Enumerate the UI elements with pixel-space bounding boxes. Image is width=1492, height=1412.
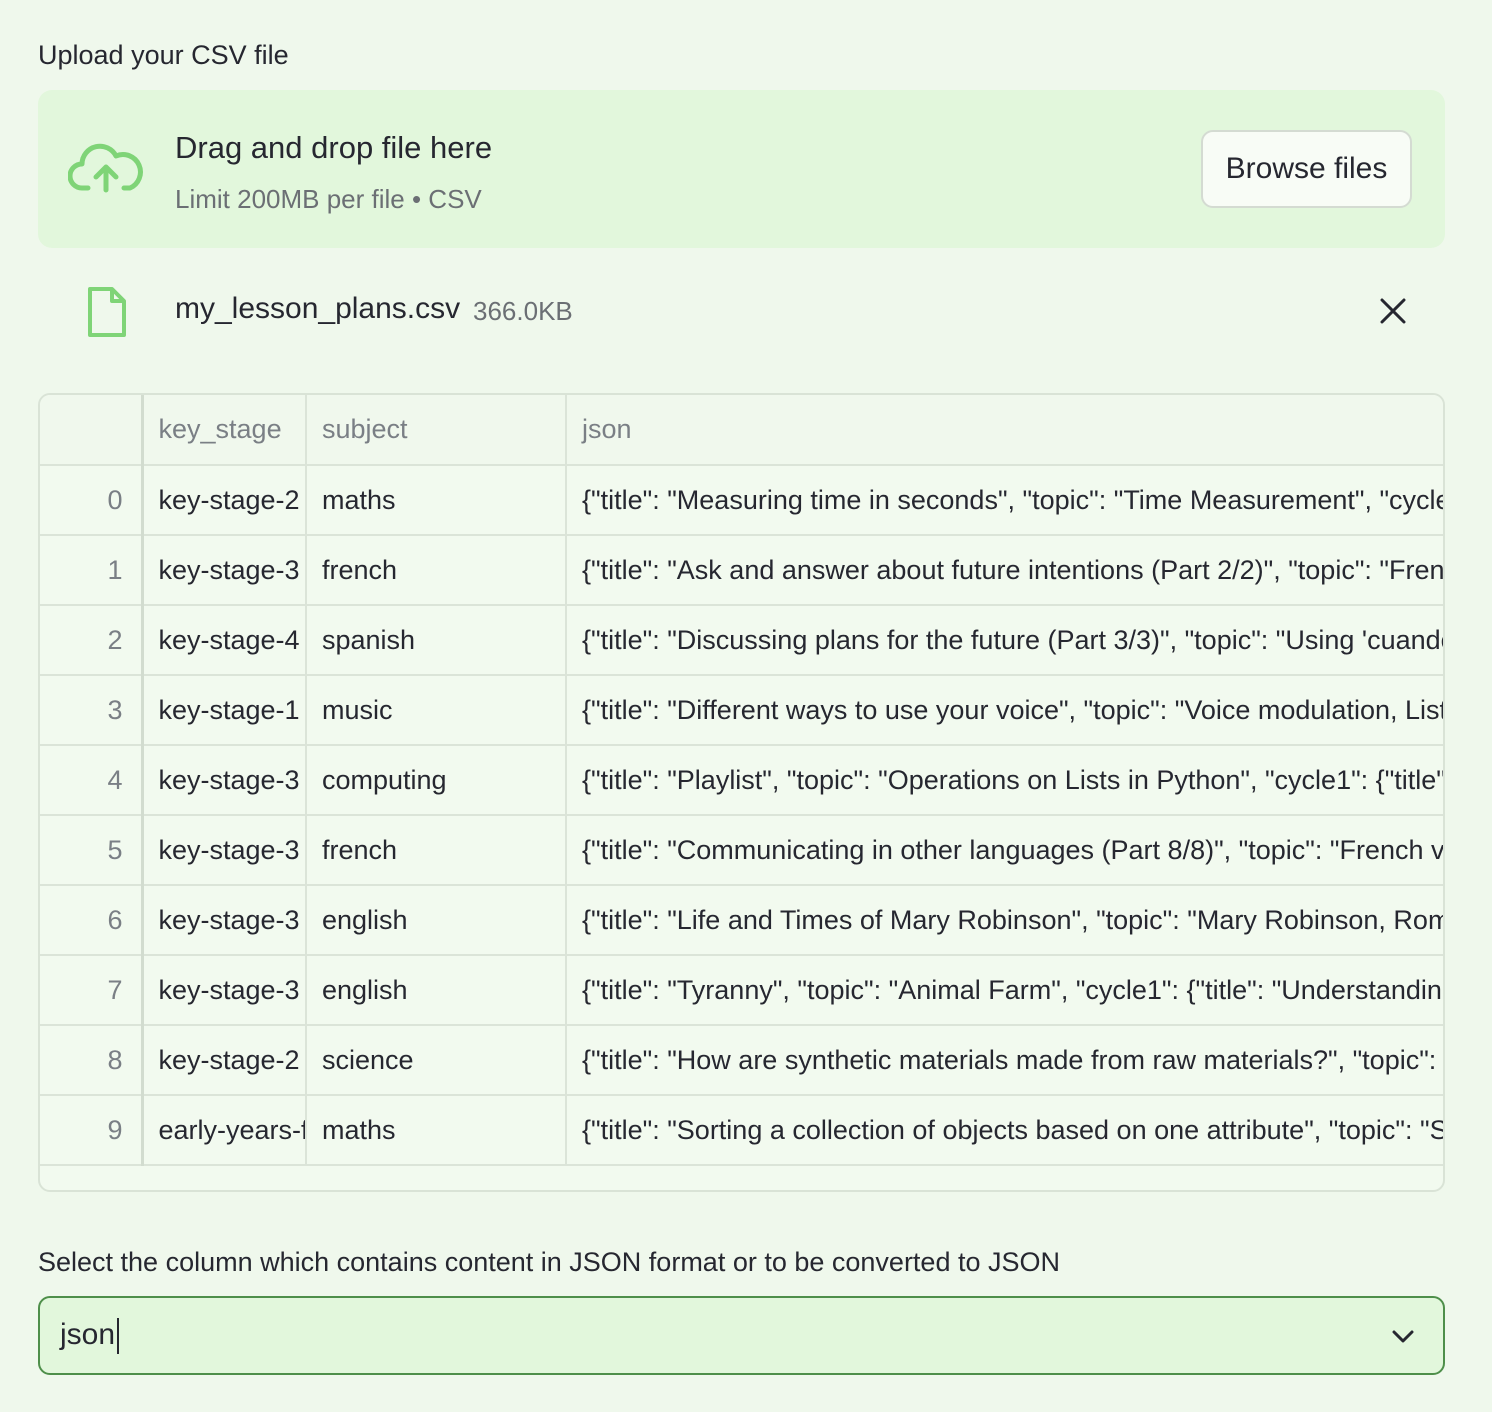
cell-key-stage[interactable]: key-stage-1 <box>142 675 307 746</box>
table-header-row: key_stage subject json <box>40 395 1443 466</box>
chevron-down-icon[interactable] <box>1391 1326 1415 1346</box>
row-index: 6 <box>40 885 144 956</box>
row-index: 8 <box>40 1025 144 1096</box>
row-index: 9 <box>40 1095 144 1166</box>
table-row[interactable]: 7 key-stage-3 english {"title": "Tyranny… <box>40 955 1443 1026</box>
select-column-label: Select the column which contains content… <box>38 1247 1060 1277</box>
data-table[interactable]: key_stage subject json 0 key-stage-2 mat… <box>38 393 1445 1192</box>
file-dropzone[interactable]: Drag and drop file here Limit 200MB per … <box>38 90 1445 248</box>
row-index: 4 <box>40 745 144 816</box>
table-row[interactable]: 9 early-years-foundation maths {"title":… <box>40 1095 1443 1166</box>
cell-key-stage[interactable]: key-stage-3 <box>142 955 307 1026</box>
cell-json[interactable]: {"title": "Playlist", "topic": "Operatio… <box>566 745 1443 816</box>
cell-json[interactable]: {"title": "Measuring time in seconds", "… <box>566 465 1443 536</box>
file-name: my_lesson_plans.csv <box>175 292 461 325</box>
cell-json[interactable]: {"title": "Sorting a collection of objec… <box>566 1095 1443 1166</box>
index-header <box>40 395 144 466</box>
cell-json[interactable]: {"title": "How are synthetic materials m… <box>566 1025 1443 1096</box>
table-row[interactable]: 0 key-stage-2 maths {"title": "Measuring… <box>40 465 1443 536</box>
column-header-subject[interactable]: subject <box>306 395 567 466</box>
cell-key-stage[interactable]: key-stage-4 <box>142 605 307 676</box>
cloud-upload-icon <box>68 143 143 193</box>
cell-subject[interactable]: music <box>306 675 567 746</box>
cell-subject[interactable]: maths <box>306 465 567 536</box>
cell-subject[interactable]: french <box>306 535 567 606</box>
cell-key-stage[interactable]: key-stage-2 <box>142 1025 307 1096</box>
cell-json[interactable]: {"title": "Discussing plans for the futu… <box>566 605 1443 676</box>
cell-subject[interactable]: maths <box>306 1095 567 1166</box>
csv-upload-page: Upload your CSV file Drag and drop file … <box>0 0 1492 1412</box>
cell-json[interactable]: {"title": "Communicating in other langua… <box>566 815 1443 886</box>
cell-subject[interactable]: english <box>306 955 567 1026</box>
dropzone-title: Drag and drop file here <box>175 130 493 165</box>
cell-subject[interactable]: science <box>306 1025 567 1096</box>
column-header-key-stage[interactable]: key_stage <box>142 395 307 466</box>
table-row[interactable]: 2 key-stage-4 spanish {"title": "Discuss… <box>40 605 1443 676</box>
row-index: 2 <box>40 605 144 676</box>
cell-key-stage[interactable]: key-stage-3 <box>142 815 307 886</box>
browse-files-button[interactable]: Browse files <box>1201 130 1412 208</box>
file-size: 366.0KB <box>473 296 573 326</box>
cell-subject[interactable]: computing <box>306 745 567 816</box>
dropzone-limit: Limit 200MB per file • CSV <box>175 184 482 214</box>
cell-subject[interactable]: spanish <box>306 605 567 676</box>
cell-key-stage[interactable]: early-years-foundation <box>142 1095 307 1166</box>
cell-json[interactable]: {"title": "Ask and answer about future i… <box>566 535 1443 606</box>
row-index: 7 <box>40 955 144 1026</box>
cell-key-stage[interactable]: key-stage-2 <box>142 465 307 536</box>
cell-subject[interactable]: french <box>306 815 567 886</box>
table-row[interactable]: 4 key-stage-3 computing {"title": "Playl… <box>40 745 1443 816</box>
table-row[interactable]: 6 key-stage-3 english {"title": "Life an… <box>40 885 1443 956</box>
table-row[interactable]: 1 key-stage-3 french {"title": "Ask and … <box>40 535 1443 606</box>
upload-label: Upload your CSV file <box>38 40 289 70</box>
cell-json[interactable]: {"title": "Tyranny", "topic": "Animal Fa… <box>566 955 1443 1026</box>
json-column-select[interactable]: json <box>38 1296 1445 1375</box>
table-row[interactable]: 3 key-stage-1 music {"title": "Different… <box>40 675 1443 746</box>
column-header-json[interactable]: json <box>566 395 1443 466</box>
text-cursor <box>117 1318 120 1355</box>
row-index: 5 <box>40 815 144 886</box>
row-index: 0 <box>40 465 144 536</box>
file-icon <box>88 287 126 337</box>
uploaded-file-row: my_lesson_plans.csv 366.0KB <box>38 280 1445 344</box>
cell-subject[interactable]: english <box>306 885 567 956</box>
close-icon[interactable] <box>1378 296 1408 326</box>
cell-json[interactable]: {"title": "Different ways to use your vo… <box>566 675 1443 746</box>
cell-json[interactable]: {"title": "Life and Times of Mary Robins… <box>566 885 1443 956</box>
cell-key-stage[interactable]: key-stage-3 <box>142 885 307 956</box>
select-value: json <box>60 1318 116 1351</box>
select-value-wrap[interactable]: json <box>60 1318 120 1355</box>
cell-key-stage[interactable]: key-stage-3 <box>142 745 307 816</box>
table-row[interactable]: 5 key-stage-3 french {"title": "Communic… <box>40 815 1443 886</box>
row-index: 3 <box>40 675 144 746</box>
cell-key-stage[interactable]: key-stage-3 <box>142 535 307 606</box>
table-row[interactable]: 8 key-stage-2 science {"title": "How are… <box>40 1025 1443 1096</box>
row-index: 1 <box>40 535 144 606</box>
